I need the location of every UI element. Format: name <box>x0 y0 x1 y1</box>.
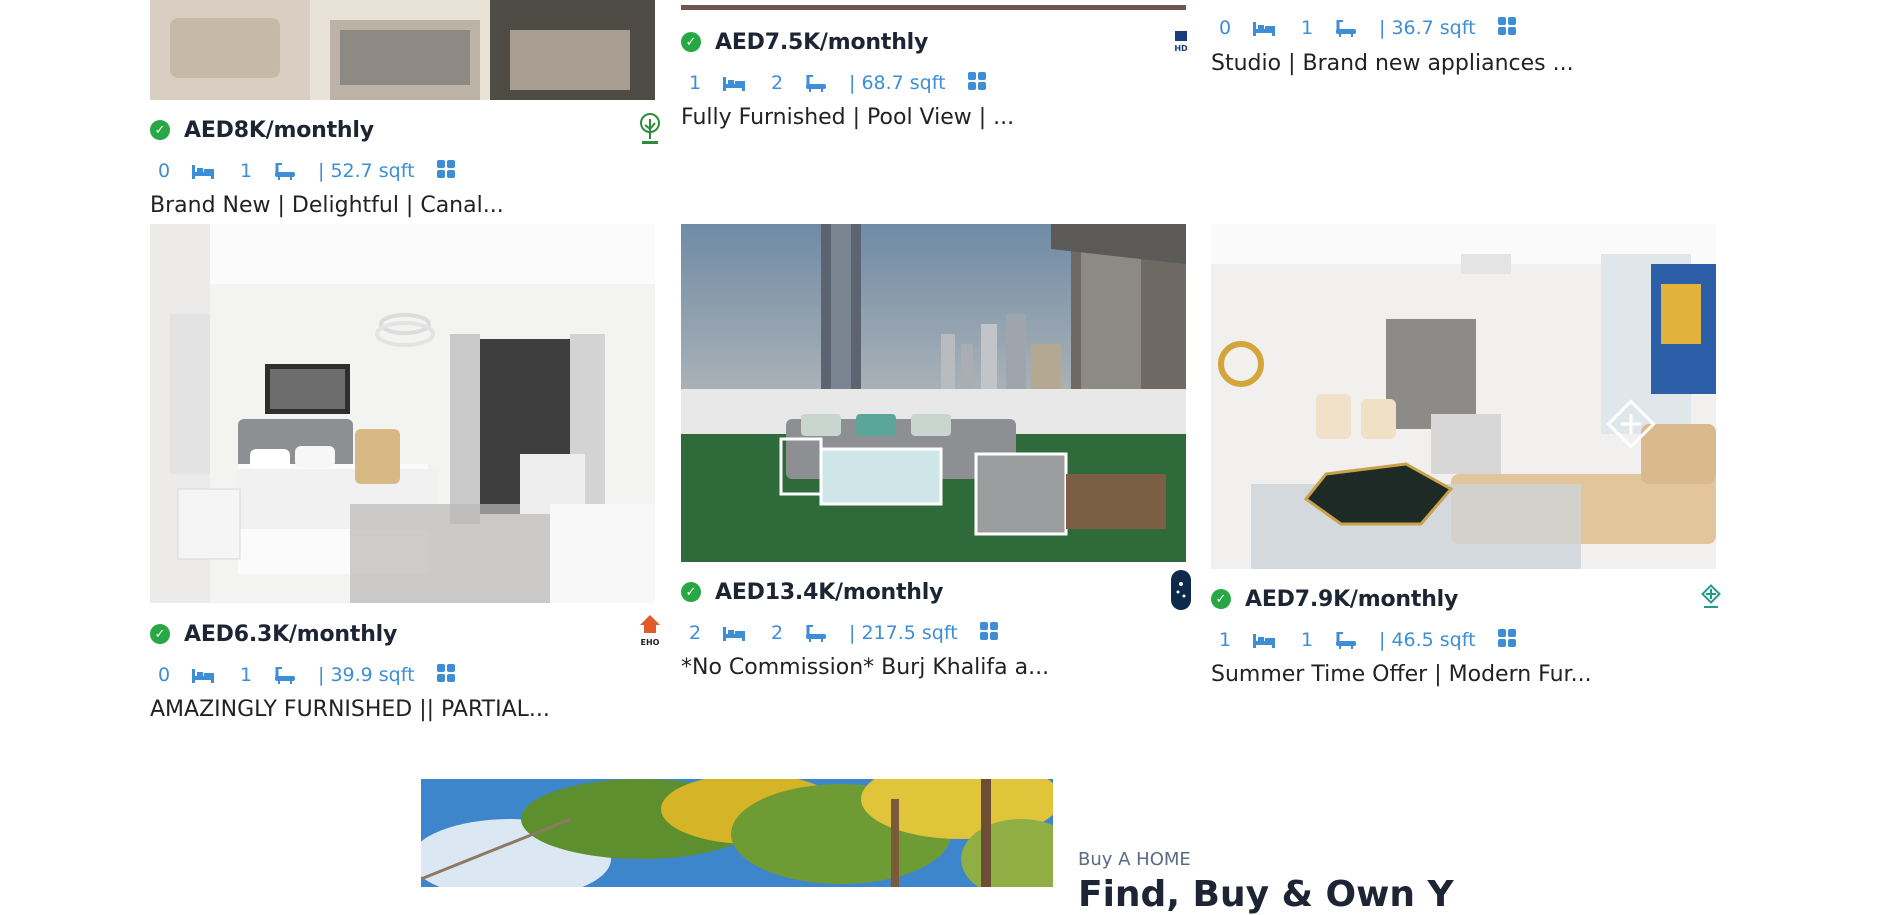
listing-specs: 1 2 | 68.7 sqft <box>681 70 986 96</box>
area-size: | 52.7 sqft <box>318 160 415 182</box>
grid-icon[interactable] <box>436 663 455 687</box>
agency-logo[interactable] <box>1698 580 1724 618</box>
bed-icon <box>1253 20 1275 36</box>
balcony-photo <box>681 224 1186 562</box>
hd-logo-icon: HD <box>1174 31 1188 53</box>
listing-price[interactable]: AED7.9K/monthly <box>1245 587 1458 612</box>
listing-title[interactable]: AMAZINGLY FURNISHED || PARTIAL... <box>150 697 550 722</box>
check-circle-icon: ✓ <box>681 32 701 52</box>
bedroom-photo <box>150 224 655 603</box>
baths-count: 2 <box>770 72 784 94</box>
listing-title[interactable]: Fully Furnished | Pool View | ... <box>681 105 1014 130</box>
baths-count: 1 <box>1300 629 1314 651</box>
listing-photo[interactable] <box>150 0 655 100</box>
listing-specs: 1 1 | 46.5 sqft <box>1211 627 1516 653</box>
beds-count: 1 <box>1218 629 1232 651</box>
grid-icon[interactable] <box>967 71 986 95</box>
baths-count: 1 <box>1300 17 1314 39</box>
section-eyebrow: Buy A HOME <box>1078 849 1191 870</box>
listing-photo[interactable] <box>1211 224 1716 569</box>
living-room-photo <box>150 0 655 100</box>
listing-photo[interactable] <box>681 224 1186 562</box>
listing-photo[interactable] <box>150 224 655 603</box>
agency-logo[interactable] <box>637 110 663 148</box>
price-row: ✓ AED7.9K/monthly <box>1211 584 1458 614</box>
grid-icon[interactable] <box>1497 628 1516 652</box>
bath-icon <box>805 73 827 93</box>
beds-count: 0 <box>157 160 171 182</box>
listing-specs: 0 1 | 36.7 sqft <box>1211 15 1516 41</box>
listing-title[interactable]: Brand New | Delightful | Canal... <box>150 193 504 218</box>
listing-price[interactable]: AED8K/monthly <box>184 118 374 143</box>
area-size: | 68.7 sqft <box>849 72 946 94</box>
grid-icon[interactable] <box>436 159 455 183</box>
baths-count: 1 <box>239 664 253 686</box>
listing-photo[interactable] <box>681 0 1186 10</box>
section-heading: Find, Buy & Own Y <box>1078 874 1454 915</box>
banner-photo <box>421 779 1053 887</box>
listing-price[interactable]: AED6.3K/monthly <box>184 622 397 647</box>
beds-count: 1 <box>688 72 702 94</box>
baths-count: 2 <box>770 622 784 644</box>
listing-specs: 0 1 | 39.9 sqft <box>150 662 455 688</box>
grid-icon[interactable] <box>1497 16 1516 40</box>
price-row: ✓ AED7.5K/monthly <box>681 27 928 57</box>
agency-logo[interactable] <box>1168 570 1194 610</box>
check-circle-icon: ✓ <box>1211 589 1231 609</box>
listing-title[interactable]: Summer Time Offer | Modern Fur... <box>1211 662 1592 687</box>
area-size: | 46.5 sqft <box>1379 629 1476 651</box>
beds-count: 0 <box>157 664 171 686</box>
area-size: | 217.5 sqft <box>849 622 958 644</box>
listing-specs: 2 2 | 217.5 sqft <box>681 620 998 646</box>
bed-icon <box>723 625 745 641</box>
bed-icon <box>1253 632 1275 648</box>
bath-icon <box>274 161 296 181</box>
listing-price[interactable]: AED13.4K/monthly <box>715 580 943 605</box>
beds-count: 2 <box>688 622 702 644</box>
grid-icon[interactable] <box>979 621 998 645</box>
bed-icon <box>192 667 214 683</box>
bath-icon <box>805 623 827 643</box>
agency-logo[interactable]: EHO <box>637 612 663 650</box>
autumn-tree-photo <box>421 779 1053 887</box>
agency-logo[interactable]: HD <box>1168 22 1194 60</box>
price-row: ✓ AED8K/monthly <box>150 115 374 145</box>
svg-text:HD: HD <box>1174 44 1188 53</box>
check-circle-icon: ✓ <box>681 582 701 602</box>
tree-logo-icon <box>640 113 660 144</box>
listing-title[interactable]: Studio | Brand new appliances ... <box>1211 51 1574 76</box>
check-circle-icon: ✓ <box>150 624 170 644</box>
svg-text:EHO: EHO <box>641 638 660 647</box>
area-size: | 39.9 sqft <box>318 664 415 686</box>
interior-photo <box>681 5 1186 10</box>
listing-title[interactable]: *No Commission* Burj Khalifa a... <box>681 655 1049 680</box>
living-room-photo <box>1211 224 1716 569</box>
price-row: ✓ AED13.4K/monthly <box>681 577 943 607</box>
listing-specs: 0 1 | 52.7 sqft <box>150 158 455 184</box>
check-circle-icon: ✓ <box>150 120 170 140</box>
huaxia-logo-icon <box>1701 584 1721 608</box>
price-row: ✓ AED6.3K/monthly <box>150 619 397 649</box>
bath-icon <box>274 665 296 685</box>
area-size: | 36.7 sqft <box>1379 17 1476 39</box>
bath-icon <box>1335 18 1357 38</box>
bed-icon <box>723 75 745 91</box>
bed-icon <box>192 163 214 179</box>
listing-price[interactable]: AED7.5K/monthly <box>715 30 928 55</box>
house-logo-icon: EHO <box>640 615 660 647</box>
beds-count: 0 <box>1218 17 1232 39</box>
baths-count: 1 <box>239 160 253 182</box>
bath-icon <box>1335 630 1357 650</box>
dark-logo-icon <box>1171 570 1191 610</box>
